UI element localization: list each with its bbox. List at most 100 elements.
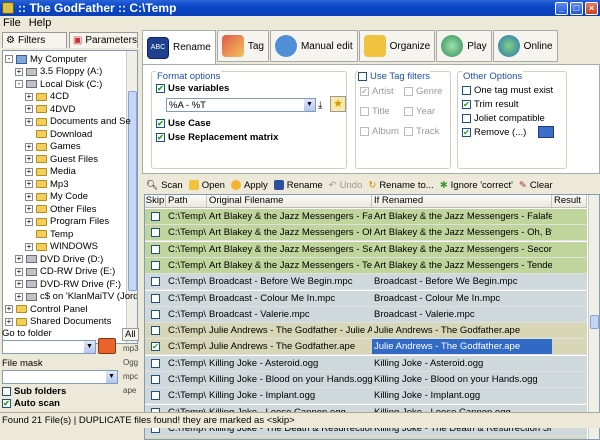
cell-if-renamed[interactable]: Broadcast - Colour Me In.mpc [372,291,552,306]
tree-item[interactable]: + Games [25,141,81,153]
expand-toggle-icon[interactable]: + [15,280,23,288]
expand-toggle-icon[interactable]: + [25,242,33,251]
cell-if-renamed[interactable]: Art Blakey & the Jazz Messengers - Oh, B… [372,225,552,240]
cell-if-renamed[interactable]: Killing Joke - Blood on your Hands.ogg [372,372,552,387]
table-row[interactable]: C:\Temp\ Broadcast - Valerie.mpc Broadcast… [145,306,587,323]
clear-button[interactable]: ✎ Clear [519,180,553,191]
table-row[interactable]: ✔ C:\Temp\ Julie Andrews - The Godfather.a… [145,339,587,356]
expand-toggle-icon[interactable]: + [25,142,33,151]
cell-if-renamed[interactable]: Julie Andrews - The Godfather.ape [372,339,552,355]
expand-toggle-icon[interactable]: + [5,305,13,313]
skip-checkbox[interactable] [145,388,166,403]
tree-item[interactable]: + Program Files [25,216,109,228]
skip-checkbox[interactable] [145,274,166,289]
tree-item[interactable]: +4CD [25,91,69,103]
skip-checkbox[interactable] [145,291,166,306]
tree-item[interactable]: + Guest Files [25,153,98,165]
expand-toggle-icon[interactable]: - [15,80,23,88]
tab-organize[interactable]: Organize [358,30,436,62]
header-result[interactable]: Result [552,195,587,207]
tree-item[interactable]: - Local Disk (C:) [15,78,102,90]
ignore-correct-button[interactable]: ✱ Ignore 'correct' [440,180,513,191]
table-row[interactable]: C:\Temp\ Killing Joke - Asteroid.ogg Killi… [145,355,587,372]
table-row[interactable]: C:\Temp\ Julie Andrews - The Godfather - … [145,323,587,340]
expand-toggle-icon[interactable]: + [25,92,33,101]
table-row[interactable]: C:\Temp\ Broadcast - Colour Me In.mpc Broa… [145,290,587,307]
expand-toggle-icon[interactable]: + [25,155,33,163]
expand-toggle-icon[interactable]: + [15,292,23,301]
rename-to-button[interactable]: ↻ Rename to... [368,180,433,191]
tree-item[interactable]: + Other Files [25,203,96,215]
expand-toggle-icon[interactable]: + [5,317,13,326]
use-case-checkbox[interactable]: ✔ Use Case [156,118,211,129]
filter-genre[interactable]: Genre [404,86,442,97]
cell-if-renamed[interactable]: Art Blakey & the Jazz Messengers - Tende… [372,258,552,273]
subfolders-checkbox[interactable]: Sub folders [2,386,66,397]
header-skip[interactable]: Skip [145,195,166,207]
maximize-button[interactable]: □ [570,1,583,15]
tree-item[interactable]: +3.5 Floppy (A:) [15,66,102,78]
undo-button[interactable]: ↶ Undo [329,180,363,191]
cell-if-renamed[interactable]: Julie Andrews - The Godfather.ape [372,323,552,338]
expand-toggle-icon[interactable]: + [15,267,23,276]
tree-item[interactable]: + Control Panel [5,303,88,315]
grid-scrollbar[interactable] [588,195,599,439]
expand-toggle-icon[interactable]: + [25,205,33,213]
cell-if-renamed[interactable]: Art Blakey & the Jazz Messengers - Falaf… [372,209,552,224]
tab-rename[interactable]: ABC Rename [142,30,216,64]
table-row[interactable]: C:\Temp\ Art Blakey & the Jazz Messengers… [145,209,587,225]
folder-tree[interactable]: - My Computer +3.5 Floppy (A:) - Local Disk … [2,50,138,344]
favorite-star-button[interactable]: ★ [330,96,346,112]
tab-parameters[interactable]: ▣ Parameters [68,32,138,48]
tree-item[interactable]: + c$ on 'KlanMaiTV (Jord [15,291,137,303]
expand-toggle-icon[interactable]: - [5,55,13,63]
header-if-renamed[interactable]: If Renamed [372,195,552,207]
tab-tag[interactable]: Tag [216,30,269,62]
insert-variable-icon[interactable]: ⤓ [318,100,322,111]
filter-track[interactable]: Track [404,126,439,137]
tree-item[interactable]: + Documents and Se [25,116,131,128]
header-path[interactable]: Path [166,195,207,207]
open-button[interactable]: Open [188,180,225,191]
tab-play[interactable]: Play [436,30,492,62]
tree-item[interactable]: + DVD-RW Drive (F:) [15,278,121,290]
tree-item[interactable]: + My Code [25,191,88,203]
autoscan-checkbox[interactable]: ✔ Auto scan [2,398,60,409]
filter-title[interactable]: Title [360,106,390,117]
skip-checkbox[interactable] [145,258,166,273]
cell-if-renamed[interactable]: Art Blakey & the Jazz Messengers - Secon… [372,242,552,257]
cell-if-renamed[interactable]: Killing Joke - Asteroid.ogg [372,356,552,371]
tab-online[interactable]: Online [492,30,558,62]
all-button[interactable]: All [122,328,139,341]
expand-toggle-icon[interactable]: + [15,67,23,76]
scan-button[interactable]: 🔍︎ Scan [146,180,183,191]
header-original-filename[interactable]: Original Filename [207,195,372,207]
expand-toggle-icon[interactable]: + [25,180,33,188]
skip-checkbox[interactable] [145,242,166,257]
cell-if-renamed[interactable]: Killing Joke - Implant.ogg [372,388,552,403]
skip-checkbox[interactable] [145,209,166,224]
minimize-button[interactable]: _ [555,1,568,15]
expand-toggle-icon[interactable]: + [25,217,33,226]
table-row[interactable]: C:\Temp\ Art Blakey & the Jazz Messengers… [145,257,587,274]
expand-toggle-icon[interactable]: + [25,167,33,176]
tree-item[interactable]: + Media [25,166,76,178]
table-row[interactable]: C:\Temp\ Art Blakey & the Jazz Messengers… [145,241,587,258]
rename-button[interactable]: Rename [273,180,323,191]
tab-filters[interactable]: ⚙ Filters [2,32,67,48]
skip-checkbox[interactable] [145,225,166,240]
one-tag-must-exist-checkbox[interactable]: One tag must exist [462,85,553,96]
filter-album[interactable]: Album [360,126,399,137]
tree-item[interactable]: Download [25,128,92,140]
tree-item[interactable]: Temp [25,228,73,240]
tree-item[interactable]: + CD-RW Drive (E:) [15,266,115,278]
file-grid[interactable]: Skip Path Original Filename If Renamed R… [144,194,600,440]
tree-item[interactable]: + Shared Documents [5,316,111,328]
table-row[interactable]: C:\Temp\ Art Blakey & the Jazz Messengers… [145,225,587,242]
filter-artist[interactable]: ✔ Artist [360,86,394,97]
menu-help[interactable]: Help [29,17,52,29]
cell-if-renamed[interactable]: Broadcast - Valerie.mpc [372,307,552,322]
skip-checkbox[interactable] [145,372,166,387]
trim-result-checkbox[interactable]: ✔ Trim result [462,99,519,110]
expand-toggle-icon[interactable]: + [25,192,33,201]
